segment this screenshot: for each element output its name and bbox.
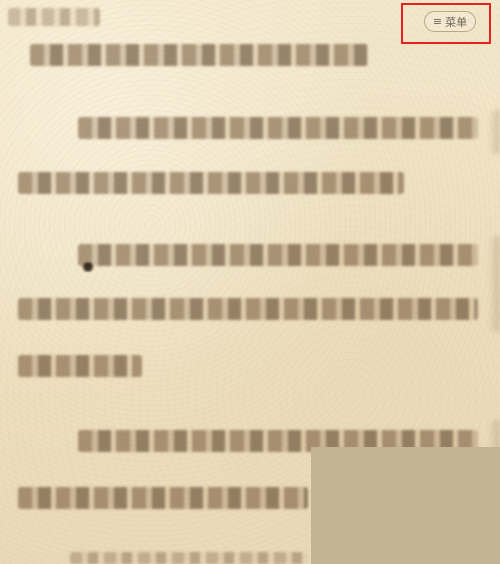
text-line xyxy=(78,117,478,139)
text-line xyxy=(18,355,142,377)
page-edge-shadow xyxy=(488,236,500,332)
text-line xyxy=(18,172,404,194)
text-line xyxy=(18,298,478,320)
text-line xyxy=(18,487,308,509)
ink-smudge xyxy=(80,262,96,272)
page-edge-shadow xyxy=(488,110,500,154)
hamburger-icon: ≡ xyxy=(432,15,443,28)
book-title-header xyxy=(8,8,100,26)
text-line xyxy=(30,44,368,66)
text-line xyxy=(78,244,478,266)
menu-button[interactable]: ≡ 菜单 xyxy=(424,11,476,32)
page-edge-shadow xyxy=(488,420,500,450)
menu-button-label: 菜单 xyxy=(445,15,468,29)
overlay-box xyxy=(311,447,500,564)
text-line xyxy=(70,552,308,564)
